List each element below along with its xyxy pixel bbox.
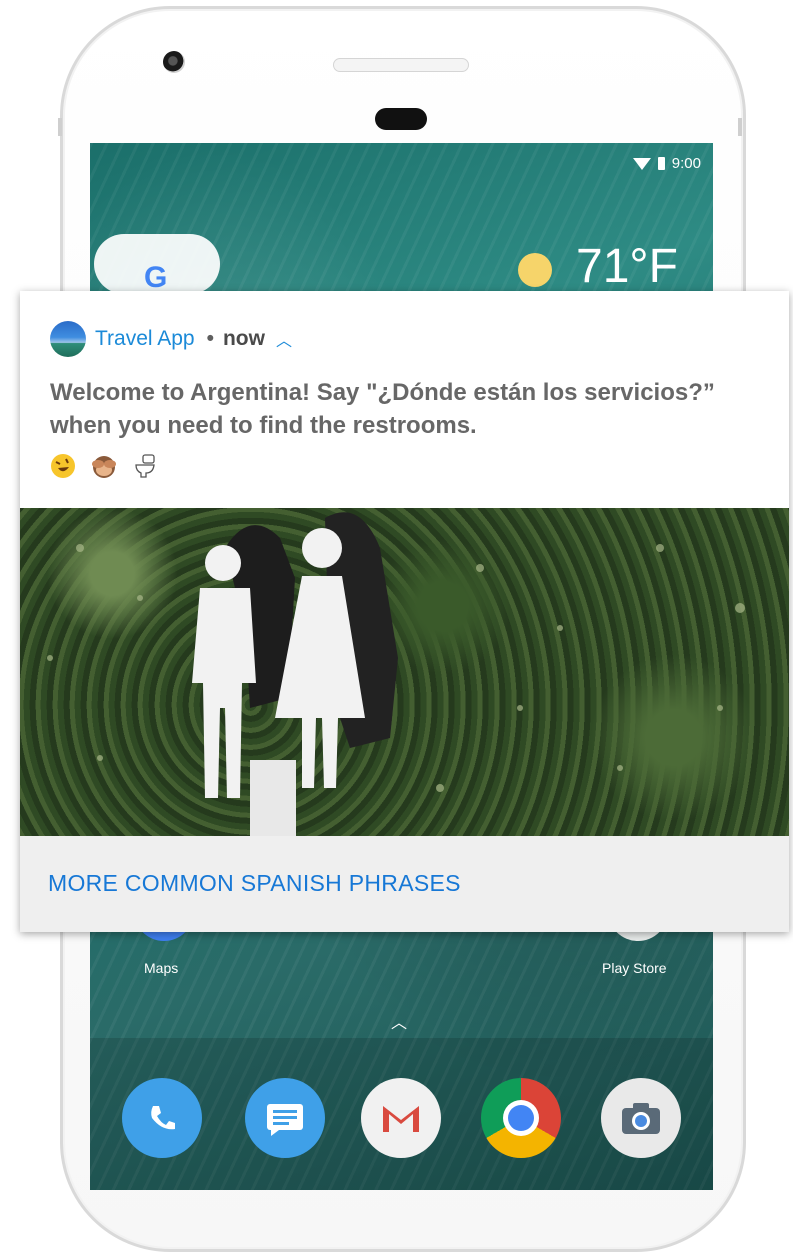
proximity-sensor	[375, 108, 427, 130]
toilet-emoji	[135, 454, 155, 478]
status-bar: 9:00	[632, 155, 701, 172]
chevron-up-icon[interactable]: ︿	[276, 327, 292, 351]
app-label-maps[interactable]: Maps	[144, 960, 178, 976]
speaker-grille	[333, 58, 469, 72]
side-button-left	[58, 118, 62, 136]
google-icon: G	[144, 261, 168, 294]
notification-action-bar: MORE COMMON SPANISH PHRASES	[20, 836, 789, 932]
rolling-laughing-emoji	[51, 454, 75, 478]
messages-icon[interactable]	[245, 1078, 325, 1158]
battery-icon	[657, 157, 665, 170]
chrome-icon[interactable]	[481, 1078, 561, 1158]
notification-time: now	[222, 327, 265, 350]
side-button-right	[738, 118, 742, 136]
front-camera	[163, 51, 185, 73]
status-time: 9:00	[671, 155, 701, 172]
notification-card[interactable]: Travel App • now ︿ Welcome to Argentina!…	[20, 291, 789, 932]
notification-app-name: Travel App	[95, 327, 195, 350]
emoji-row	[50, 453, 158, 479]
travel-app-icon	[50, 321, 86, 357]
sun-icon	[518, 253, 552, 287]
app-drawer-chevron-icon[interactable]: ︿	[391, 1009, 407, 1033]
notification-header: Travel App • now ︿	[50, 321, 292, 357]
header-separator: •	[206, 327, 214, 350]
wifi-icon	[632, 157, 651, 170]
camera-icon[interactable]	[601, 1078, 681, 1158]
phone-icon[interactable]	[122, 1078, 202, 1158]
restroom-sign-photo	[20, 508, 789, 836]
gmail-icon[interactable]	[361, 1078, 441, 1158]
more-phrases-button[interactable]: MORE COMMON SPANISH PHRASES	[48, 870, 461, 897]
weather-temperature[interactable]: 71°F	[576, 239, 678, 294]
app-label-play-store[interactable]: Play Store	[602, 960, 667, 976]
see-no-evil-monkey-emoji	[92, 456, 116, 478]
notification-message: Welcome to Argentina! Say "¿Dónde están …	[50, 379, 715, 439]
